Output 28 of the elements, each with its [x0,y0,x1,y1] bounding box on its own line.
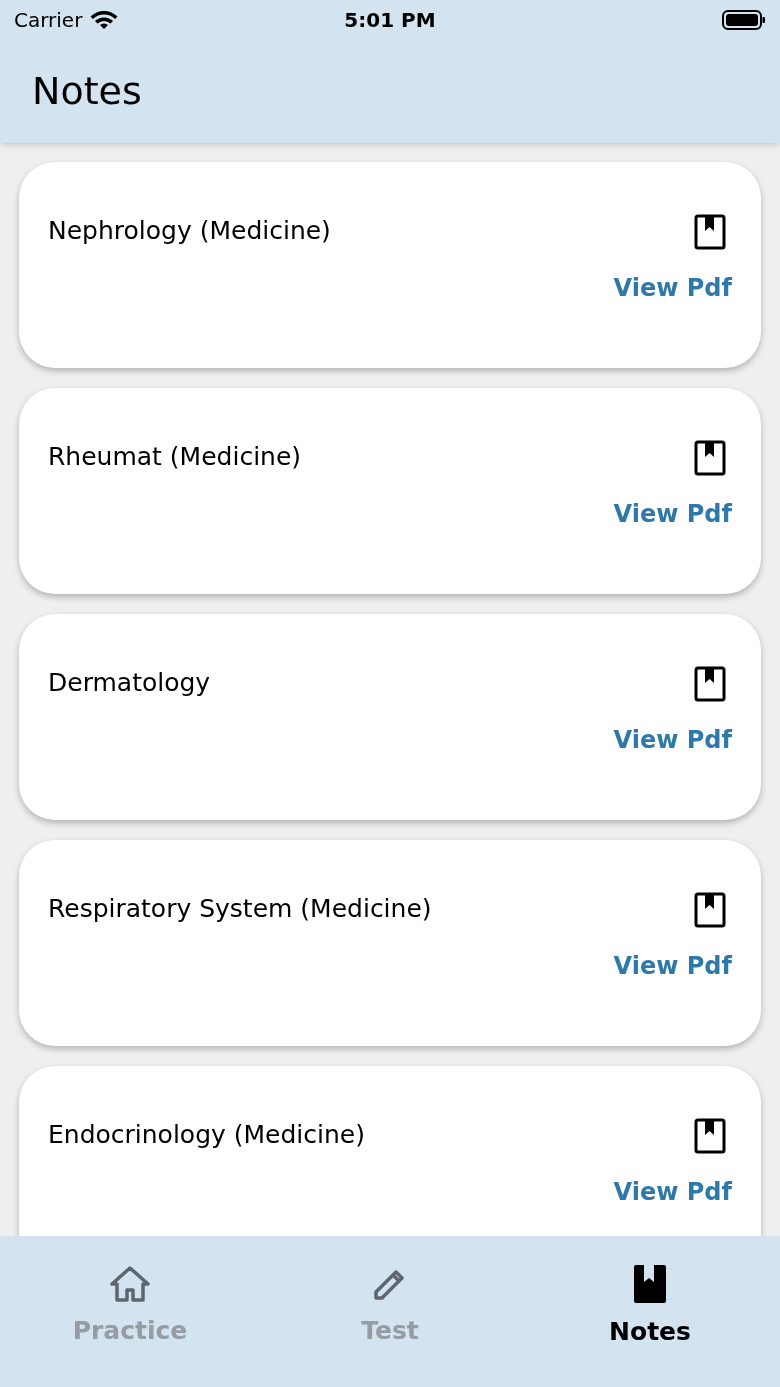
note-title: Dermatology [48,667,211,699]
note-card[interactable]: Rheumat (Medicine) View Pdf [19,388,761,594]
carrier-name: Carrier [14,7,83,34]
bookmark-book-icon[interactable] [694,214,726,250]
note-title: Endocrinology (Medicine) [48,1119,365,1151]
note-card[interactable]: Endocrinology (Medicine) View Pdf [19,1066,761,1236]
bookmark-book-icon[interactable] [694,1118,726,1154]
view-pdf-link[interactable]: View Pdf [613,496,732,532]
wifi-icon [90,10,119,30]
note-card[interactable]: Nephrology (Medicine) View Pdf [19,162,761,368]
view-pdf-link[interactable]: View Pdf [613,1174,732,1210]
bookmark-book-icon[interactable] [694,892,726,928]
note-title: Rheumat (Medicine) [48,441,302,473]
view-pdf-link[interactable]: View Pdf [613,722,732,758]
bookmark-book-icon[interactable] [694,440,726,476]
note-title: Respiratory System (Medicine) [48,893,432,925]
home-icon [109,1263,151,1304]
book-icon [632,1262,668,1305]
page-title: Notes [32,68,142,115]
battery-icon [722,10,766,30]
view-pdf-link[interactable]: View Pdf [613,948,732,984]
clock-time: 5:01 PM [344,7,436,34]
nav-tab[interactable]: Notes [520,1236,780,1377]
note-card[interactable]: Dermatology View Pdf [19,614,761,820]
note-title: Nephrology (Medicine) [48,215,331,247]
note-card[interactable]: Respiratory System (Medicine) View Pdf [19,840,761,1046]
bookmark-book-icon[interactable] [694,666,726,702]
view-pdf-link[interactable]: View Pdf [613,270,732,306]
